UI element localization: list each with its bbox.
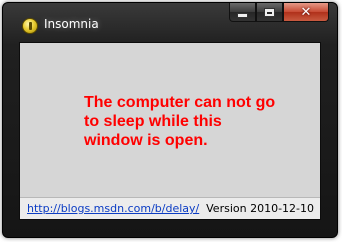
close-icon: ✕ [300,4,312,20]
app-icon-mark [29,22,32,30]
minimize-icon [237,12,248,18]
status-footer: http://blogs.msdn.com/b/delay/ Version 2… [20,197,320,219]
minimize-button[interactable] [229,3,256,22]
sleep-prevention-message: The computer can not go to sleep while t… [84,94,276,149]
client-area: The computer can not go to sleep while t… [19,42,321,220]
maximize-icon [264,7,275,17]
title-bar[interactable]: Insomnia ✕ [3,3,337,37]
version-label: Version 2010-12-10 [206,202,314,215]
insomnia-window: Insomnia ✕ The computer can not go to sl… [2,2,338,238]
caption-buttons: ✕ [229,3,329,22]
window-title: Insomnia [44,17,99,31]
close-button[interactable]: ✕ [283,3,329,22]
blog-link[interactable]: http://blogs.msdn.com/b/delay/ [27,202,199,215]
app-icon[interactable] [22,18,38,34]
maximize-button[interactable] [256,3,283,22]
